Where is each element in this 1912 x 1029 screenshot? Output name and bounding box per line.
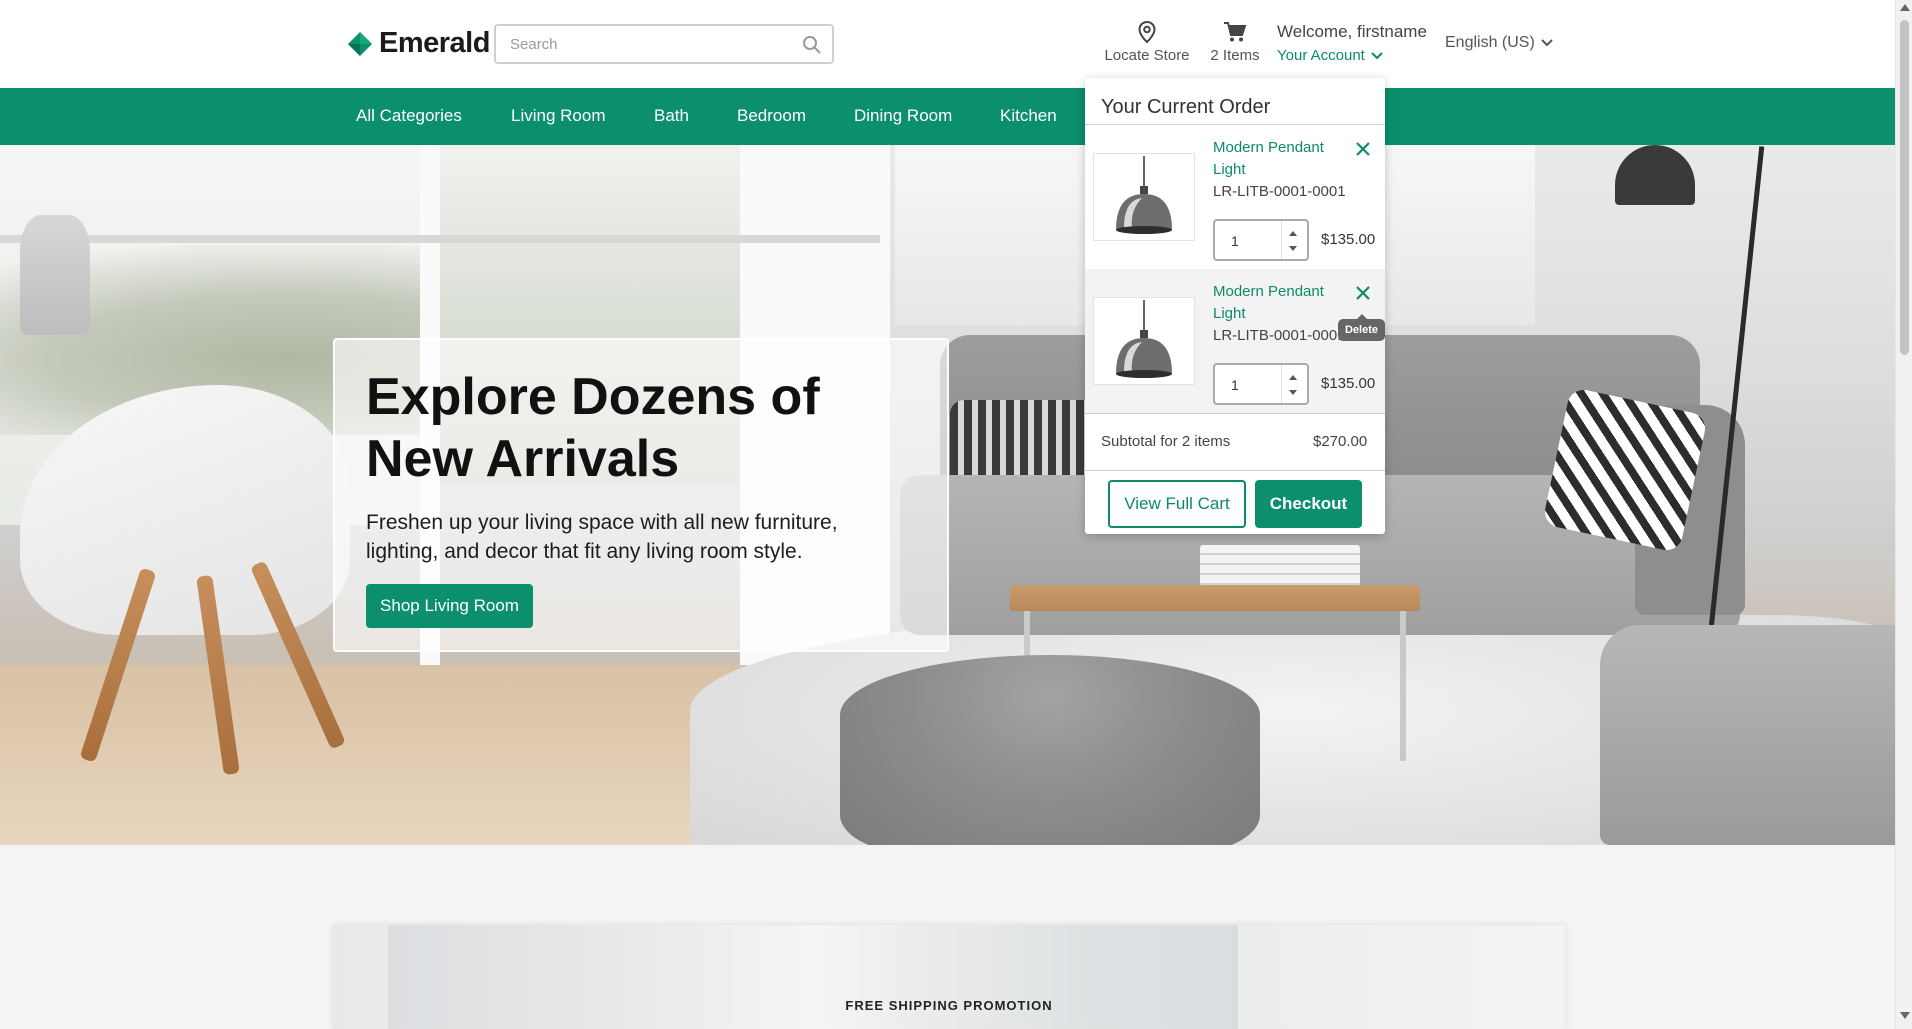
welcome-text: Welcome, firstname bbox=[1277, 22, 1427, 41]
nav-item-dining-room[interactable]: Dining Room bbox=[854, 106, 952, 126]
language-label: English (US) bbox=[1445, 34, 1535, 51]
hero-card: Explore Dozens of New Arrivals Freshen u… bbox=[333, 338, 949, 652]
quantity-value: 1 bbox=[1231, 377, 1239, 393]
pendant-light-image bbox=[1116, 300, 1172, 378]
hero-subtitle: Freshen up your living space with all ne… bbox=[366, 511, 838, 563]
nav-item-all-categories[interactable]: All Categories bbox=[356, 106, 462, 126]
chevron-down-icon bbox=[1371, 51, 1383, 59]
search-icon[interactable] bbox=[802, 35, 822, 55]
decrement-icon[interactable] bbox=[1289, 390, 1297, 395]
logo[interactable]: Emerald bbox=[347, 27, 490, 60]
your-account-label: Your Account bbox=[1277, 47, 1365, 64]
scroll-up-arrow-icon[interactable] bbox=[1900, 4, 1910, 11]
promo-label: FREE SHIPPING PROMOTION bbox=[845, 998, 1053, 1013]
remove-item-icon[interactable] bbox=[1353, 139, 1373, 159]
nav-item-living-room[interactable]: Living Room bbox=[511, 106, 606, 126]
checkout-button[interactable]: Checkout bbox=[1255, 480, 1362, 528]
shopping-cart-icon bbox=[1224, 22, 1247, 42]
cart-dropdown: Your Current Order Modern Pendant Light … bbox=[1085, 78, 1385, 534]
nav-item-kitchen[interactable]: Kitchen bbox=[1000, 106, 1057, 126]
view-full-cart-button[interactable]: View Full Cart bbox=[1108, 480, 1246, 528]
divider bbox=[1085, 470, 1385, 471]
quantity-stepper[interactable]: 1 bbox=[1213, 363, 1309, 405]
cart-item: Modern Pendant Light LR-LITB-0001-0001 1… bbox=[1085, 125, 1385, 269]
increment-icon[interactable] bbox=[1289, 375, 1297, 380]
decrement-icon[interactable] bbox=[1289, 246, 1297, 251]
cart-item-price: $135.00 bbox=[1321, 231, 1376, 248]
hero-title: Explore Dozens of New Arrivals bbox=[366, 368, 820, 488]
quantity-value: 1 bbox=[1231, 233, 1239, 249]
search-box bbox=[494, 24, 834, 64]
cart-item-name[interactable]: Modern Pendant Light bbox=[1213, 137, 1343, 181]
cart-count-label: 2 Items bbox=[1210, 47, 1260, 64]
category-nav: All Categories Living Room Bath Bedroom … bbox=[0, 88, 1895, 145]
cart-item-sku: LR-LITB-0001-0001 bbox=[1213, 327, 1346, 344]
scroll-down-arrow-icon[interactable] bbox=[1900, 1012, 1910, 1019]
cart-item: Modern Pendant Light LR-LITB-0001-0001 1… bbox=[1085, 269, 1385, 413]
emerald-logo-icon bbox=[348, 31, 372, 56]
promo-banner: FREE SHIPPING PROMOTION bbox=[333, 925, 1565, 1029]
product-thumbnail[interactable] bbox=[1093, 153, 1195, 241]
locate-store-link[interactable]: Locate Store bbox=[1101, 21, 1193, 64]
scroll-thumb[interactable] bbox=[1900, 20, 1909, 355]
locate-store-label: Locate Store bbox=[1104, 47, 1190, 64]
shop-living-room-button[interactable]: Shop Living Room bbox=[366, 584, 533, 628]
chevron-down-icon bbox=[1541, 39, 1553, 47]
product-thumbnail[interactable] bbox=[1093, 297, 1195, 385]
delete-tooltip: Delete bbox=[1338, 314, 1385, 341]
hero-banner: Explore Dozens of New Arrivals Freshen u… bbox=[0, 145, 1895, 845]
divider bbox=[1085, 413, 1385, 414]
language-selector[interactable]: English (US) bbox=[1445, 34, 1553, 52]
site-header: Emerald Locate Store 2 Items Welcome, fi… bbox=[0, 0, 1895, 88]
promo-background-image bbox=[388, 925, 1238, 1029]
quantity-stepper[interactable]: 1 bbox=[1213, 219, 1309, 261]
your-account-menu[interactable]: Your Account bbox=[1277, 47, 1383, 64]
nav-item-bedroom[interactable]: Bedroom bbox=[737, 106, 806, 126]
subtotal-label: Subtotal for 2 items bbox=[1101, 433, 1231, 450]
cart-dropdown-title: Your Current Order bbox=[1101, 96, 1271, 118]
cart-item-sku: LR-LITB-0001-0001 bbox=[1213, 183, 1346, 200]
remove-item-icon[interactable] bbox=[1353, 283, 1373, 303]
page-scrollbar[interactable] bbox=[1895, 0, 1912, 1029]
cart-item-price: $135.00 bbox=[1321, 375, 1376, 392]
increment-icon[interactable] bbox=[1289, 231, 1297, 236]
logo-text: Emerald bbox=[379, 27, 490, 59]
nav-item-bath[interactable]: Bath bbox=[654, 106, 689, 126]
map-pin-icon bbox=[1138, 21, 1156, 43]
pendant-light-image bbox=[1116, 156, 1172, 234]
search-input[interactable] bbox=[496, 26, 786, 62]
cart-link[interactable]: 2 Items bbox=[1205, 21, 1265, 64]
subtotal-value: $270.00 bbox=[1313, 433, 1368, 450]
cart-item-name[interactable]: Modern Pendant Light bbox=[1213, 281, 1343, 325]
